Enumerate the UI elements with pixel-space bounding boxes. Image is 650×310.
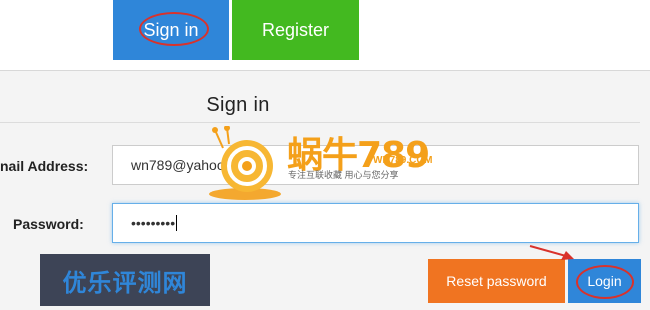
logo-url: WN789.COM <box>373 155 433 166</box>
password-field[interactable]: ••••••••• <box>112 203 639 243</box>
tab-sign-in[interactable]: Sign in <box>113 0 229 60</box>
watermark-text: 优乐评测网 <box>62 269 188 297</box>
watermark-badge: 优乐评测网 <box>40 254 210 306</box>
reset-password-button[interactable]: Reset password <box>428 259 565 303</box>
logo-slogan: 专注互联收藏 用心与您分享 <box>288 170 399 180</box>
tab-register[interactable]: Register <box>232 0 359 60</box>
reset-password-label: Reset password <box>446 273 547 289</box>
text-caret <box>176 215 178 231</box>
email-label: nail Address: <box>0 158 89 174</box>
site-logo: 蜗牛789 WN789.COM 专注互联收藏 用心与您分享 <box>205 125 450 204</box>
tab-sign-in-label: Sign in <box>143 19 199 40</box>
form-title: Sign in <box>206 94 270 116</box>
title-divider <box>0 122 640 123</box>
password-field-value: ••••••••• <box>131 215 176 231</box>
tab-register-label: Register <box>261 19 330 40</box>
top-bar: Sign in Register <box>0 0 650 70</box>
password-label: Password: <box>13 216 84 232</box>
login-label: Login <box>587 273 622 289</box>
snail-logo-icon <box>209 125 281 200</box>
login-button[interactable]: Login <box>568 259 641 303</box>
